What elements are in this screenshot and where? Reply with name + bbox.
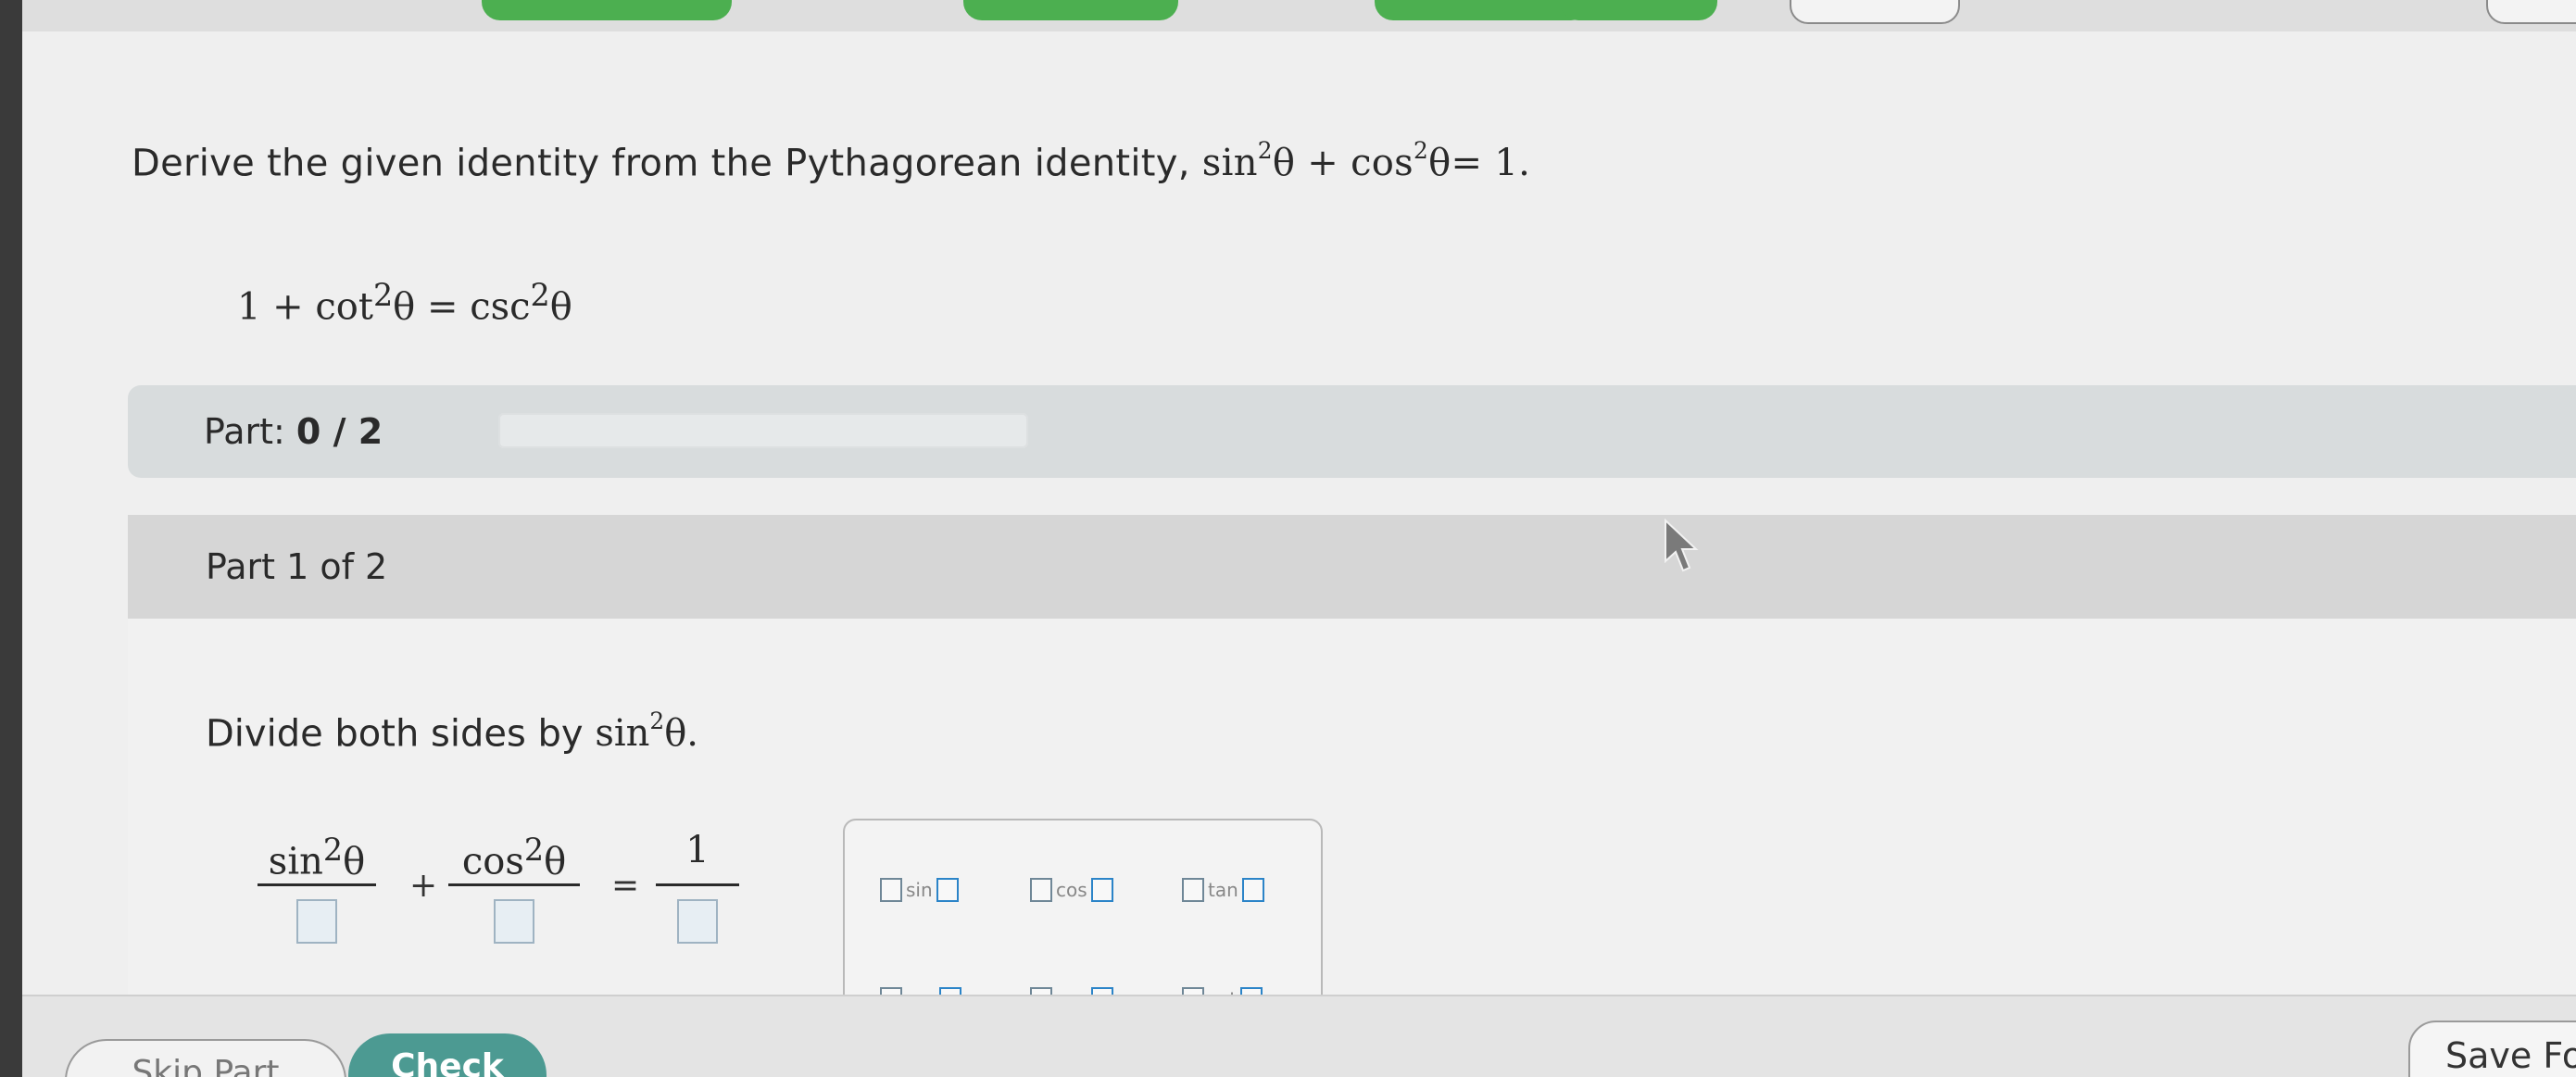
placeholder-box-icon	[1030, 878, 1052, 902]
progress-track	[498, 413, 1028, 448]
instruction-math: sin2θ.	[595, 708, 698, 756]
denominator-input-1[interactable]	[296, 899, 337, 944]
num-fn: cos	[461, 840, 524, 883]
math-sin: sin	[1201, 142, 1258, 185]
top-tab-6[interactable]	[2486, 0, 2576, 24]
equals-sign: =	[611, 867, 640, 905]
part-progress-bar: Part: 0 / 2	[128, 385, 2576, 478]
fraction-cos: cos2θ	[448, 822, 580, 944]
palette-label: sin	[906, 879, 933, 901]
fraction-numerator: sin2θ	[258, 822, 376, 883]
top-tab-strip	[22, 0, 2576, 31]
part1-header: Part 1 of 2	[128, 515, 2576, 619]
identity-exp: 2	[372, 277, 394, 313]
fraction-bar	[258, 883, 376, 886]
part-label-text: Part:	[204, 411, 285, 452]
math-rhs: = 1.	[1451, 142, 1531, 185]
top-tab-4[interactable]	[1560, 0, 1717, 20]
top-tab-5[interactable]	[1790, 0, 1960, 24]
screen-bezel	[0, 0, 22, 1077]
palette-cos-button[interactable]: cos	[1030, 876, 1113, 904]
placeholder-box-icon	[880, 878, 902, 902]
fraction-bar	[448, 883, 580, 886]
denominator-input-3[interactable]	[677, 899, 718, 944]
palette-tan-button[interactable]: tan	[1182, 876, 1264, 904]
identity-theta: θ	[549, 285, 572, 329]
math-plus: +	[1307, 142, 1339, 185]
function-palette: sin cos tan csc sec cot	[843, 819, 1323, 1017]
num-theta: θ	[544, 840, 567, 883]
num-theta: θ	[343, 840, 366, 883]
question-prompt-text: Derive the given identity from the Pytha…	[132, 142, 1190, 185]
fraction-sin: sin2θ	[258, 822, 376, 944]
placeholder-box-icon	[1241, 878, 1264, 902]
part1-instruction: Divide both sides by sin2θ.	[206, 708, 698, 756]
part1-title: Part 1 of 2	[206, 546, 388, 587]
identity-exp: 2	[530, 277, 550, 313]
placeholder-box-icon	[1182, 878, 1204, 902]
plus-sign: +	[409, 867, 438, 905]
skip-part-button[interactable]: Skip Part	[65, 1039, 346, 1077]
part-progress-label: Part: 0 / 2	[204, 411, 383, 452]
math-theta: θ	[1428, 142, 1451, 185]
mouse-cursor-icon	[1665, 519, 1699, 572]
question-prompt: Derive the given identity from the Pytha…	[132, 137, 1531, 185]
instruction-text: Divide both sides by	[206, 712, 584, 756]
palette-label: tan	[1208, 879, 1238, 901]
fraction-bar	[656, 883, 739, 886]
palette-sin-button[interactable]: sin	[880, 876, 959, 904]
fraction-numerator: 1	[685, 829, 710, 871]
instr-tail: θ.	[664, 712, 698, 756]
palette-label: cos	[1056, 879, 1087, 901]
fraction-numerator: cos2θ	[448, 822, 580, 883]
math-exp: 2	[1257, 137, 1273, 165]
footer-bar: Skip Part Check Save Fo	[22, 995, 2576, 1077]
identity-lhs: 1 + cot	[237, 285, 373, 329]
top-tab-3[interactable]	[1375, 0, 1590, 20]
pythagorean-identity: sin2θ + cos2θ= 1.	[1201, 137, 1531, 185]
app-window: Derive the given identity from the Pytha…	[0, 0, 2576, 1077]
target-identity: 1 + cot2θ = csc2θ	[237, 277, 572, 328]
num-fn: sin	[268, 840, 323, 883]
num-exp: 2	[523, 832, 545, 868]
denominator-input-2[interactable]	[494, 899, 534, 944]
fraction-one: 1	[656, 822, 739, 944]
question-content: Derive the given identity from the Pytha…	[22, 31, 2576, 1017]
placeholder-box-icon	[936, 878, 959, 902]
part1-body: Divide both sides by sin2θ. sin2θ + cos2…	[128, 619, 2576, 1017]
instr-fn: sin	[595, 712, 650, 756]
math-exp: 2	[1414, 137, 1429, 165]
top-tab-1[interactable]	[482, 0, 732, 20]
instr-exp: 2	[649, 708, 665, 735]
top-tab-2[interactable]	[963, 0, 1178, 20]
math-cos: cos	[1351, 142, 1414, 185]
num-exp: 2	[322, 832, 344, 868]
save-button[interactable]: Save Fo	[2408, 1021, 2576, 1077]
part-progress-value: 0 / 2	[295, 411, 383, 452]
placeholder-box-icon	[1090, 878, 1113, 902]
identity-mid: θ = csc	[393, 285, 531, 329]
check-button[interactable]: Check	[348, 1033, 547, 1077]
math-theta: θ	[1272, 142, 1296, 185]
